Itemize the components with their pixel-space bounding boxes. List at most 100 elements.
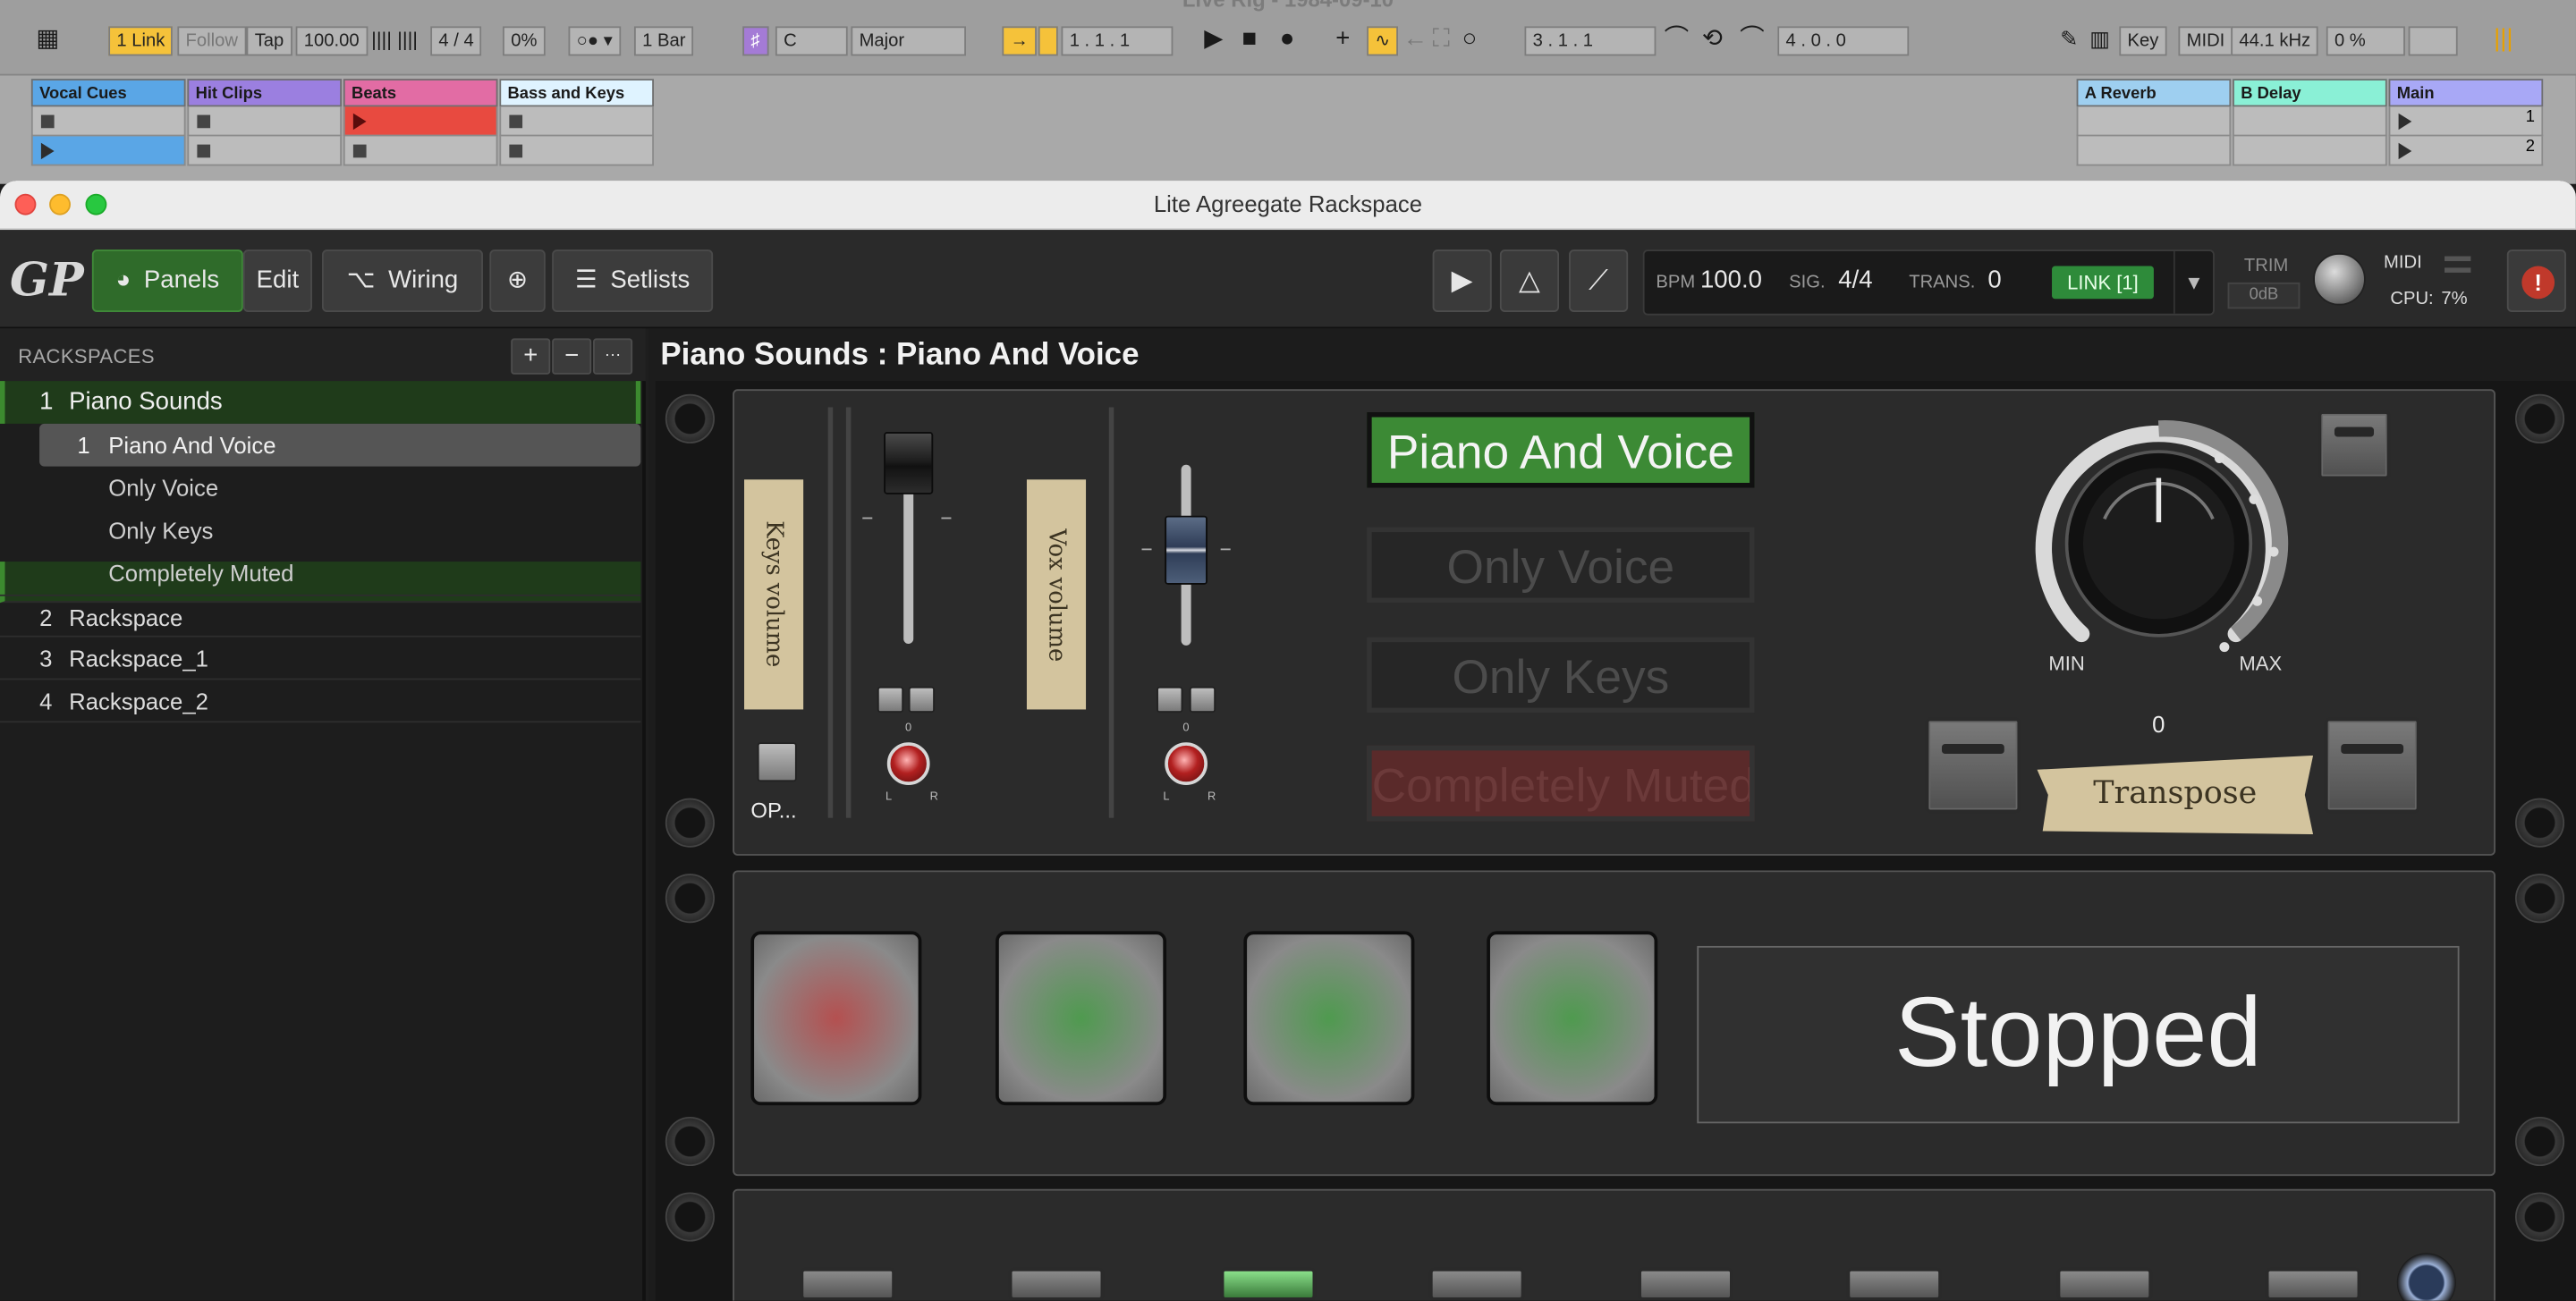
rackspace-item-rackspace[interactable]: 2 Rackspace bbox=[0, 594, 641, 638]
pad-button-4[interactable] bbox=[1487, 931, 1658, 1106]
daw-clip-slot[interactable] bbox=[499, 136, 655, 166]
wiring-button[interactable]: ⌥ Wiring bbox=[321, 249, 483, 312]
daw-return-a-reverb[interactable]: A Reverb bbox=[2076, 79, 2232, 184]
add-rackspace-button[interactable]: + bbox=[511, 338, 551, 375]
keys-volume-fader[interactable] bbox=[884, 432, 934, 494]
daw-key-map-button[interactable]: Key bbox=[2119, 26, 2167, 56]
metronome-button[interactable]: △ bbox=[1499, 249, 1560, 312]
daw-clip[interactable] bbox=[30, 136, 186, 166]
op-toggle-button[interactable] bbox=[757, 742, 797, 782]
vox-volume-fader[interactable] bbox=[1165, 515, 1208, 585]
vox-solo-button[interactable] bbox=[1189, 686, 1216, 714]
reset-button[interactable] bbox=[2318, 410, 2391, 480]
daw-track-vocal-cues[interactable]: Vocal Cues bbox=[30, 79, 186, 184]
daw-clip[interactable] bbox=[343, 106, 498, 137]
daw-automation-icon[interactable]: ∿ bbox=[1367, 26, 1399, 56]
setlists-button[interactable]: ☰ Setlists bbox=[552, 249, 714, 312]
daw-capture-icon[interactable]: ⛶ bbox=[1433, 23, 1450, 56]
daw-track-beats[interactable]: Beats bbox=[343, 79, 498, 184]
daw-track-hit-clips[interactable]: Hit Clips bbox=[187, 79, 343, 184]
daw-clip-slot[interactable] bbox=[187, 106, 343, 137]
panels-button[interactable]: ◕ Panels bbox=[91, 249, 243, 312]
daw-track-header[interactable]: B Delay bbox=[2233, 79, 2387, 107]
daw-clip-slot[interactable] bbox=[187, 136, 343, 166]
bottom-button-8[interactable] bbox=[2265, 1267, 2361, 1301]
bottom-button-2[interactable] bbox=[1008, 1267, 1105, 1301]
variation-item-piano-and-voice[interactable]: 1 Piano And Voice bbox=[39, 423, 641, 467]
bottom-button-6[interactable] bbox=[1846, 1267, 1942, 1301]
daw-session-record-icon[interactable]: ○ bbox=[1462, 23, 1478, 56]
daw-track-header[interactable]: A Reverb bbox=[2076, 79, 2232, 107]
sig-value[interactable]: 4/4 bbox=[1838, 266, 1872, 294]
rackspace-item-rackspace-2[interactable]: 4 Rackspace_2 bbox=[0, 680, 641, 723]
daw-tap-button[interactable]: Tap bbox=[246, 26, 292, 56]
bottom-knob[interactable] bbox=[2396, 1253, 2456, 1301]
variation-label-piano-and-voice[interactable]: Piano And Voice bbox=[1367, 412, 1755, 488]
daw-track-header[interactable]: Bass and Keys bbox=[499, 79, 655, 107]
daw-track-header[interactable]: Vocal Cues bbox=[30, 79, 186, 107]
daw-follow-button[interactable]: Follow bbox=[177, 26, 247, 56]
bottom-button-4[interactable] bbox=[1428, 1267, 1525, 1301]
trim-value[interactable]: 0dB bbox=[2227, 282, 2301, 309]
daw-scale-icon[interactable]: ♯ bbox=[742, 26, 768, 56]
daw-swing-field[interactable]: 0% bbox=[503, 26, 546, 56]
variation-label-only-voice[interactable]: Only Voice bbox=[1367, 527, 1755, 604]
tuner-button[interactable]: ⟋ bbox=[1569, 249, 1629, 312]
bottom-button-7[interactable] bbox=[2056, 1267, 2153, 1301]
variation-label-only-keys[interactable]: Only Keys bbox=[1367, 637, 1755, 714]
daw-midi-map-button[interactable]: MIDI bbox=[2178, 26, 2233, 56]
daw-follow-arrow-icon[interactable]: → bbox=[1002, 26, 1037, 56]
daw-loop-icon[interactable]: ⟲ bbox=[1702, 23, 1723, 56]
daw-punch-in[interactable] bbox=[1038, 26, 1058, 56]
daw-scene-launch[interactable]: 2 bbox=[2388, 136, 2544, 166]
daw-scale-select[interactable]: Major bbox=[851, 26, 966, 56]
master-volume-knob[interactable] bbox=[2313, 252, 2366, 306]
link-button[interactable]: LINK [1] bbox=[2052, 266, 2154, 300]
daw-clip-slot[interactable] bbox=[499, 106, 655, 137]
rackspace-item-piano-sounds[interactable]: 1 Piano Sounds bbox=[0, 381, 641, 424]
transpose-knob[interactable] bbox=[2019, 404, 2298, 683]
daw-clip-slot[interactable] bbox=[343, 136, 498, 166]
vox-pan-knob[interactable] bbox=[1165, 742, 1208, 785]
daw-position-field[interactable]: 1 . 1 . 1 bbox=[1061, 26, 1174, 56]
remove-rackspace-button[interactable]: − bbox=[552, 338, 592, 375]
bpm-value[interactable]: 100.0 bbox=[1700, 266, 1762, 294]
daw-track-header[interactable]: Beats bbox=[343, 79, 498, 107]
daw-quantize-menu[interactable]: 1 Bar bbox=[633, 26, 694, 56]
daw-record-icon[interactable]: ● bbox=[1280, 23, 1295, 56]
keys-solo-button[interactable] bbox=[908, 686, 936, 714]
daw-loop-length-field[interactable]: 4 . 0 . 0 bbox=[1777, 26, 1910, 56]
keys-pan-knob[interactable] bbox=[886, 742, 930, 785]
daw-punch-in-icon[interactable]: ⌒ bbox=[1665, 23, 1690, 56]
daw-tempo-field[interactable]: 100.00 bbox=[295, 26, 368, 56]
daw-overdub-icon[interactable]: + bbox=[1335, 23, 1350, 56]
trans-value[interactable]: 0 bbox=[1987, 266, 2001, 294]
variation-label-completely-muted[interactable]: Completely Muted bbox=[1367, 745, 1755, 822]
daw-draw-icon[interactable]: ✎ bbox=[2060, 23, 2078, 56]
daw-track-header[interactable]: Hit Clips bbox=[187, 79, 343, 107]
daw-play-icon[interactable]: ▶ bbox=[1204, 23, 1223, 56]
variation-item-only-keys[interactable]: Only Keys bbox=[39, 509, 640, 552]
keys-mute-button[interactable] bbox=[877, 686, 904, 714]
daw-main-track[interactable]: Main 1 2 bbox=[2388, 79, 2544, 184]
rackspace-item-rackspace-1[interactable]: 3 Rackspace_1 bbox=[0, 638, 641, 680]
pad-button-3[interactable] bbox=[1243, 931, 1415, 1106]
globe-button[interactable]: ⊕ bbox=[489, 249, 546, 312]
bottom-button-3[interactable] bbox=[1220, 1267, 1317, 1301]
variation-item-completely-muted[interactable]: Completely Muted bbox=[39, 552, 640, 595]
variation-item-only-voice[interactable]: Only Voice bbox=[39, 467, 640, 510]
more-options-button[interactable]: ··· bbox=[593, 338, 633, 375]
daw-scene-launch[interactable]: 1 bbox=[2388, 106, 2544, 137]
daw-metronome-menu[interactable]: ○● ▾ bbox=[568, 26, 622, 56]
alert-button[interactable]: ! bbox=[2506, 249, 2566, 312]
daw-link-button[interactable]: 1 Link bbox=[108, 26, 174, 56]
daw-return-b-delay[interactable]: B Delay bbox=[2233, 79, 2387, 184]
daw-clip-slot[interactable] bbox=[30, 106, 186, 137]
daw-back-icon[interactable]: ← bbox=[1403, 23, 1428, 56]
daw-key-select[interactable]: C bbox=[775, 26, 848, 56]
pad-button-2[interactable] bbox=[996, 931, 1167, 1106]
daw-track-header[interactable]: Main bbox=[2388, 79, 2544, 107]
transpose-down-button[interactable] bbox=[1925, 717, 2021, 814]
pad-button-1[interactable] bbox=[750, 931, 922, 1106]
bottom-button-1[interactable] bbox=[800, 1267, 896, 1301]
